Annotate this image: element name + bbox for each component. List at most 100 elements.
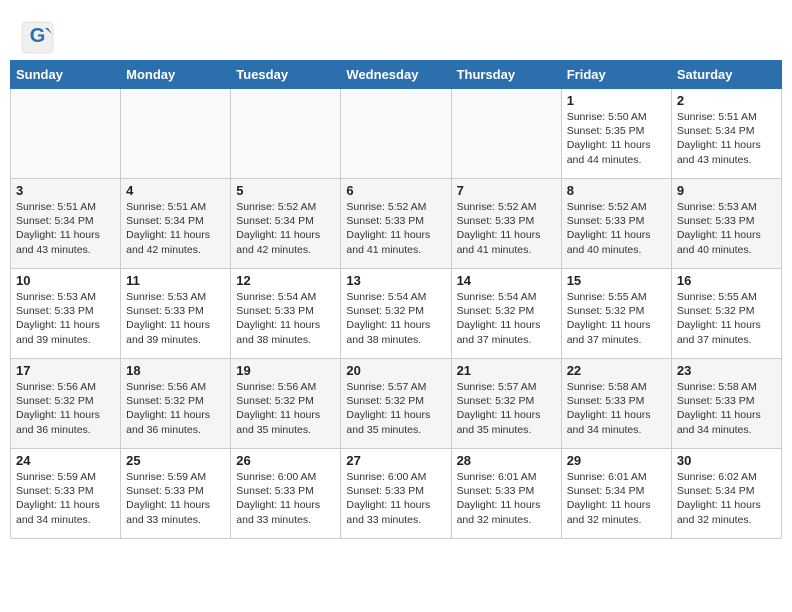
header: G <box>10 10 782 55</box>
day-cell: 18 Sunrise: 5:56 AM Sunset: 5:32 PM Dayli… <box>121 359 231 449</box>
day-info: Sunrise: 5:56 AM Sunset: 5:32 PM Dayligh… <box>126 380 225 437</box>
day-info: Sunrise: 5:58 AM Sunset: 5:33 PM Dayligh… <box>677 380 776 437</box>
day-number: 13 <box>346 273 445 288</box>
day-number: 25 <box>126 453 225 468</box>
day-cell: 22 Sunrise: 5:58 AM Sunset: 5:33 PM Dayli… <box>561 359 671 449</box>
day-info: Sunrise: 6:01 AM Sunset: 5:33 PM Dayligh… <box>457 470 556 527</box>
day-info: Sunrise: 5:52 AM Sunset: 5:33 PM Dayligh… <box>457 200 556 257</box>
day-number: 2 <box>677 93 776 108</box>
calendar: SundayMondayTuesdayWednesdayThursdayFrid… <box>10 60 782 539</box>
weekday-header-tuesday: Tuesday <box>231 61 341 89</box>
weekday-header-wednesday: Wednesday <box>341 61 451 89</box>
day-cell: 5Sunrise: 5:52 AM Sunset: 5:34 PM Daylig… <box>231 179 341 269</box>
day-number: 4 <box>126 183 225 198</box>
day-cell: 2 Sunrise: 5:51 AM Sunset: 5:34 PM Daylig… <box>671 89 781 179</box>
weekday-header-sunday: Sunday <box>11 61 121 89</box>
day-info: Sunrise: 5:50 AM Sunset: 5:35 PM Dayligh… <box>567 110 666 167</box>
day-info: Sunrise: 5:52 AM Sunset: 5:33 PM Dayligh… <box>346 200 445 257</box>
day-info: Sunrise: 5:51 AM Sunset: 5:34 PM Dayligh… <box>16 200 115 257</box>
day-cell: 19 Sunrise: 5:56 AM Sunset: 5:32 PM Dayli… <box>231 359 341 449</box>
day-number: 22 <box>567 363 666 378</box>
day-info: Sunrise: 5:55 AM Sunset: 5:32 PM Dayligh… <box>567 290 666 347</box>
day-cell <box>341 89 451 179</box>
day-cell: 3 Sunrise: 5:51 AM Sunset: 5:34 PM Daylig… <box>11 179 121 269</box>
day-info: Sunrise: 5:55 AM Sunset: 5:32 PM Dayligh… <box>677 290 776 347</box>
day-info: Sunrise: 5:58 AM Sunset: 5:33 PM Dayligh… <box>567 380 666 437</box>
day-number: 15 <box>567 273 666 288</box>
day-cell: 6 Sunrise: 5:52 AM Sunset: 5:33 PM Daylig… <box>341 179 451 269</box>
day-info: Sunrise: 6:00 AM Sunset: 5:33 PM Dayligh… <box>346 470 445 527</box>
day-cell: 23 Sunrise: 5:58 AM Sunset: 5:33 PM Dayli… <box>671 359 781 449</box>
day-info: Sunrise: 5:57 AM Sunset: 5:32 PM Dayligh… <box>346 380 445 437</box>
day-number: 20 <box>346 363 445 378</box>
day-info: Sunrise: 5:51 AM Sunset: 5:34 PM Dayligh… <box>677 110 776 167</box>
day-cell: 12 Sunrise: 5:54 AM Sunset: 5:33 PM Dayli… <box>231 269 341 359</box>
day-cell <box>11 89 121 179</box>
day-number: 11 <box>126 273 225 288</box>
day-number: 3 <box>16 183 115 198</box>
day-cell: 9 Sunrise: 5:53 AM Sunset: 5:33 PM Daylig… <box>671 179 781 269</box>
day-cell: 11 Sunrise: 5:53 AM Sunset: 5:33 PM Dayli… <box>121 269 231 359</box>
day-cell: 21Sunrise: 5:57 AM Sunset: 5:32 PM Dayli… <box>451 359 561 449</box>
day-cell: 29Sunrise: 6:01 AM Sunset: 5:34 PM Dayli… <box>561 449 671 539</box>
day-info: Sunrise: 5:53 AM Sunset: 5:33 PM Dayligh… <box>677 200 776 257</box>
logo-icon: G <box>20 20 50 50</box>
day-number: 16 <box>677 273 776 288</box>
week-row-3: 17 Sunrise: 5:56 AM Sunset: 5:32 PM Dayli… <box>11 359 782 449</box>
weekday-header-thursday: Thursday <box>451 61 561 89</box>
day-cell: 15 Sunrise: 5:55 AM Sunset: 5:32 PM Dayli… <box>561 269 671 359</box>
day-cell: 24Sunrise: 5:59 AM Sunset: 5:33 PM Dayli… <box>11 449 121 539</box>
day-cell: 7 Sunrise: 5:52 AM Sunset: 5:33 PM Daylig… <box>451 179 561 269</box>
day-number: 8 <box>567 183 666 198</box>
day-info: Sunrise: 5:56 AM Sunset: 5:32 PM Dayligh… <box>236 380 335 437</box>
svg-text:G: G <box>30 25 46 47</box>
day-number: 17 <box>16 363 115 378</box>
day-number: 7 <box>457 183 556 198</box>
day-cell <box>451 89 561 179</box>
day-cell <box>231 89 341 179</box>
week-row-0: 1 Sunrise: 5:50 AM Sunset: 5:35 PM Daylig… <box>11 89 782 179</box>
day-number: 19 <box>236 363 335 378</box>
day-number: 21 <box>457 363 556 378</box>
day-info: Sunrise: 5:54 AM Sunset: 5:32 PM Dayligh… <box>346 290 445 347</box>
day-info: Sunrise: 5:51 AM Sunset: 5:34 PM Dayligh… <box>126 200 225 257</box>
weekday-header-monday: Monday <box>121 61 231 89</box>
day-cell: 20 Sunrise: 5:57 AM Sunset: 5:32 PM Dayli… <box>341 359 451 449</box>
day-cell: 1 Sunrise: 5:50 AM Sunset: 5:35 PM Daylig… <box>561 89 671 179</box>
week-row-1: 3 Sunrise: 5:51 AM Sunset: 5:34 PM Daylig… <box>11 179 782 269</box>
day-number: 28 <box>457 453 556 468</box>
day-number: 30 <box>677 453 776 468</box>
weekday-header-friday: Friday <box>561 61 671 89</box>
day-number: 14 <box>457 273 556 288</box>
day-number: 26 <box>236 453 335 468</box>
day-info: Sunrise: 5:54 AM Sunset: 5:32 PM Dayligh… <box>457 290 556 347</box>
day-number: 1 <box>567 93 666 108</box>
day-cell: 10Sunrise: 5:53 AM Sunset: 5:33 PM Dayli… <box>11 269 121 359</box>
day-info: Sunrise: 5:52 AM Sunset: 5:33 PM Dayligh… <box>567 200 666 257</box>
day-cell: 26 Sunrise: 6:00 AM Sunset: 5:33 PM Dayli… <box>231 449 341 539</box>
day-info: Sunrise: 6:00 AM Sunset: 5:33 PM Dayligh… <box>236 470 335 527</box>
day-number: 27 <box>346 453 445 468</box>
day-number: 12 <box>236 273 335 288</box>
day-info: Sunrise: 5:56 AM Sunset: 5:32 PM Dayligh… <box>16 380 115 437</box>
week-row-4: 24Sunrise: 5:59 AM Sunset: 5:33 PM Dayli… <box>11 449 782 539</box>
day-info: Sunrise: 5:59 AM Sunset: 5:33 PM Dayligh… <box>126 470 225 527</box>
logo: G <box>20 20 55 50</box>
day-info: Sunrise: 5:53 AM Sunset: 5:33 PM Dayligh… <box>16 290 115 347</box>
day-info: Sunrise: 5:54 AM Sunset: 5:33 PM Dayligh… <box>236 290 335 347</box>
day-info: Sunrise: 5:53 AM Sunset: 5:33 PM Dayligh… <box>126 290 225 347</box>
day-cell <box>121 89 231 179</box>
day-cell: 8 Sunrise: 5:52 AM Sunset: 5:33 PM Daylig… <box>561 179 671 269</box>
day-number: 23 <box>677 363 776 378</box>
day-cell: 14 Sunrise: 5:54 AM Sunset: 5:32 PM Dayli… <box>451 269 561 359</box>
day-cell: 30Sunrise: 6:02 AM Sunset: 5:34 PM Dayli… <box>671 449 781 539</box>
day-cell: 25 Sunrise: 5:59 AM Sunset: 5:33 PM Dayli… <box>121 449 231 539</box>
day-number: 9 <box>677 183 776 198</box>
day-info: Sunrise: 5:52 AM Sunset: 5:34 PM Dayligh… <box>236 200 335 257</box>
day-cell: 16 Sunrise: 5:55 AM Sunset: 5:32 PM Dayli… <box>671 269 781 359</box>
day-cell: 28 Sunrise: 6:01 AM Sunset: 5:33 PM Dayli… <box>451 449 561 539</box>
day-number: 29 <box>567 453 666 468</box>
day-number: 6 <box>346 183 445 198</box>
week-row-2: 10Sunrise: 5:53 AM Sunset: 5:33 PM Dayli… <box>11 269 782 359</box>
day-number: 18 <box>126 363 225 378</box>
